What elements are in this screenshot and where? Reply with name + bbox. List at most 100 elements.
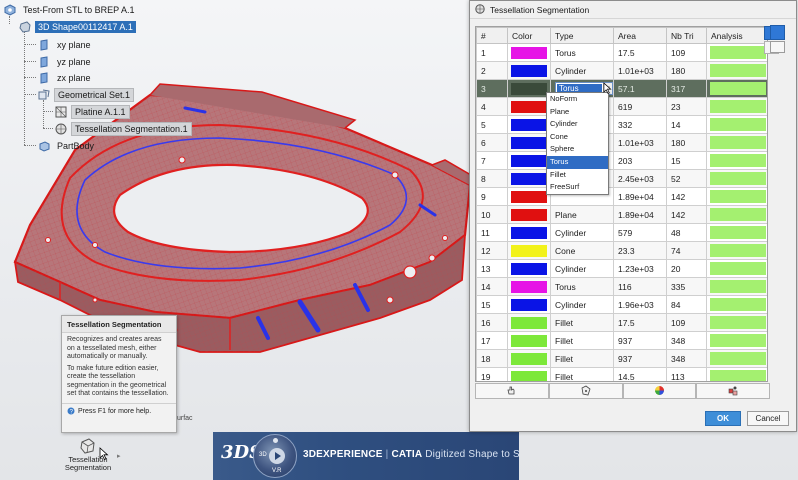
dropdown-option[interactable]: Fillet xyxy=(547,169,608,182)
cell-color[interactable] xyxy=(507,79,551,98)
cell-type[interactable]: Cylinder xyxy=(550,61,614,80)
tree-node-root[interactable]: Test-From STL to BREP A.1 xyxy=(4,3,138,17)
column-header-analysis[interactable]: Analysis xyxy=(706,27,767,44)
table-row[interactable]: 7 203 15 xyxy=(476,151,767,170)
color-swatch[interactable] xyxy=(511,298,547,311)
table-row[interactable]: 17 Fillet 937 348 xyxy=(476,331,767,350)
cell-color[interactable] xyxy=(507,295,551,314)
color-swatch[interactable] xyxy=(511,100,547,113)
command-expand-arrow-icon[interactable]: ▸ xyxy=(117,452,121,460)
column-header-type[interactable]: Type xyxy=(550,27,614,44)
tree-node-platine[interactable]: Platine A.1.1 xyxy=(55,105,130,119)
tree-node-shape[interactable]: 3D Shape00112417 A.1 xyxy=(19,20,136,34)
table-row[interactable]: 11 Cylinder 579 48 xyxy=(476,223,767,242)
tool-edit-area[interactable] xyxy=(548,383,623,399)
table-row[interactable]: 15 Cylinder 1.96e+03 84 xyxy=(476,295,767,314)
dropdown-option[interactable]: Cone xyxy=(547,131,608,144)
color-swatch[interactable] xyxy=(511,190,547,203)
tree-label-segmentation[interactable]: Tessellation Segmentation.1 xyxy=(71,122,192,136)
tree-node-xy-plane[interactable]: xy plane xyxy=(38,38,94,52)
color-swatch[interactable] xyxy=(511,46,547,59)
cell-type[interactable]: Fillet xyxy=(550,349,614,368)
column-header-color[interactable]: Color xyxy=(507,27,551,44)
table-row[interactable]: 4 619 23 xyxy=(476,97,767,116)
compass-widget[interactable]: 3D V.R xyxy=(253,434,297,478)
type-dropdown-list[interactable]: NoForm Plane Cylinder Cone Sphere Torus Fillet… xyxy=(546,92,609,195)
cell-color[interactable] xyxy=(507,133,551,152)
cell-color[interactable] xyxy=(507,349,551,368)
table-row[interactable]: 13 Cylinder 1.23e+03 20 xyxy=(476,259,767,278)
cell-color[interactable] xyxy=(507,115,551,134)
table-row[interactable]: 19 Fillet 14.5 113 xyxy=(476,367,767,381)
cell-color[interactable] xyxy=(507,43,551,62)
dialog-titlebar[interactable]: Tessellation Segmentation xyxy=(470,1,796,19)
cell-color[interactable] xyxy=(507,367,551,381)
color-swatch[interactable] xyxy=(511,208,547,221)
cell-color[interactable] xyxy=(507,223,551,242)
color-swatch[interactable] xyxy=(511,352,547,365)
color-swatch[interactable] xyxy=(511,154,547,167)
tree-label-zx-plane[interactable]: zx plane xyxy=(54,72,94,84)
color-swatch[interactable] xyxy=(511,172,547,185)
cell-type[interactable]: Fillet xyxy=(550,331,614,350)
table-row[interactable]: 9 1.89e+04 142 xyxy=(476,187,767,206)
table-row[interactable]: 6 1.01e+03 180 xyxy=(476,133,767,152)
color-swatch[interactable] xyxy=(511,82,547,95)
ok-button[interactable]: OK xyxy=(705,411,741,426)
move-down-button[interactable] xyxy=(770,41,785,53)
tree-node-zx-plane[interactable]: zx plane xyxy=(38,71,94,85)
dropdown-option[interactable]: Sphere xyxy=(547,143,608,156)
cell-type[interactable]: Cylinder xyxy=(550,295,614,314)
tree-label-platine[interactable]: Platine A.1.1 xyxy=(71,105,130,119)
dropdown-option[interactable]: Cylinder xyxy=(547,118,608,131)
color-swatch[interactable] xyxy=(511,334,547,347)
tree-node-segmentation[interactable]: Tessellation Segmentation.1 xyxy=(55,122,192,136)
play-icon[interactable] xyxy=(269,448,285,464)
tree-label-yz-plane[interactable]: yz plane xyxy=(54,56,94,68)
dropdown-option[interactable]: FreeSurf xyxy=(547,181,608,194)
cell-type[interactable]: Plane xyxy=(550,205,614,224)
cell-type[interactable]: Cone xyxy=(550,241,614,260)
table-row[interactable]: 18 Fillet 937 348 xyxy=(476,349,767,368)
table-row[interactable]: 5 332 14 xyxy=(476,115,767,134)
cell-color[interactable] xyxy=(507,97,551,116)
cell-type[interactable]: Cylinder xyxy=(550,223,614,242)
table-row[interactable]: 3Torus▼57.1317 xyxy=(476,79,767,98)
cell-color[interactable] xyxy=(507,313,551,332)
color-swatch[interactable] xyxy=(511,280,547,293)
segmentation-table[interactable]: # Color Type Area Nb Tri Analysis 1 Torus… xyxy=(475,26,768,382)
cell-type[interactable]: Torus xyxy=(550,277,614,296)
color-swatch[interactable] xyxy=(511,226,547,239)
tree-label-geoset[interactable]: Geometrical Set.1 xyxy=(54,88,135,102)
tree-label-partbody[interactable]: PartBody xyxy=(54,140,97,152)
dropdown-option[interactable]: Torus xyxy=(547,155,608,169)
tree-node-geoset[interactable]: Geometrical Set.1 xyxy=(38,88,135,102)
cell-color[interactable] xyxy=(507,241,551,260)
tool-color[interactable] xyxy=(622,383,697,399)
color-swatch[interactable] xyxy=(511,244,547,257)
table-row[interactable]: 12 Cone 23.3 74 xyxy=(476,241,767,260)
cell-type[interactable]: Cylinder xyxy=(550,259,614,278)
cancel-button[interactable]: Cancel xyxy=(747,411,789,426)
cell-color[interactable] xyxy=(507,61,551,80)
color-swatch[interactable] xyxy=(511,64,547,77)
tool-analysis[interactable] xyxy=(696,383,770,399)
column-header-area[interactable]: Area xyxy=(613,27,667,44)
dropdown-option[interactable]: Plane xyxy=(547,106,608,119)
tree-node-partbody[interactable]: PartBody xyxy=(38,139,97,153)
table-row[interactable]: 16 Fillet 17.5 109 xyxy=(476,313,767,332)
tree-label-xy-plane[interactable]: xy plane xyxy=(54,39,94,51)
cell-color[interactable] xyxy=(507,205,551,224)
color-swatch[interactable] xyxy=(511,370,547,381)
color-swatch[interactable] xyxy=(511,316,547,329)
cell-color[interactable] xyxy=(507,277,551,296)
cell-type[interactable]: Torus xyxy=(550,43,614,62)
tree-label-shape[interactable]: 3D Shape00112417 A.1 xyxy=(35,21,136,33)
move-up-button[interactable] xyxy=(770,25,785,40)
tree-node-yz-plane[interactable]: yz plane xyxy=(38,55,94,69)
tree-label-root[interactable]: Test-From STL to BREP A.1 xyxy=(20,4,138,16)
column-header-nb-tri[interactable]: Nb Tri xyxy=(666,27,707,44)
cell-color[interactable] xyxy=(507,331,551,350)
color-swatch[interactable] xyxy=(511,118,547,131)
cell-color[interactable] xyxy=(507,169,551,188)
